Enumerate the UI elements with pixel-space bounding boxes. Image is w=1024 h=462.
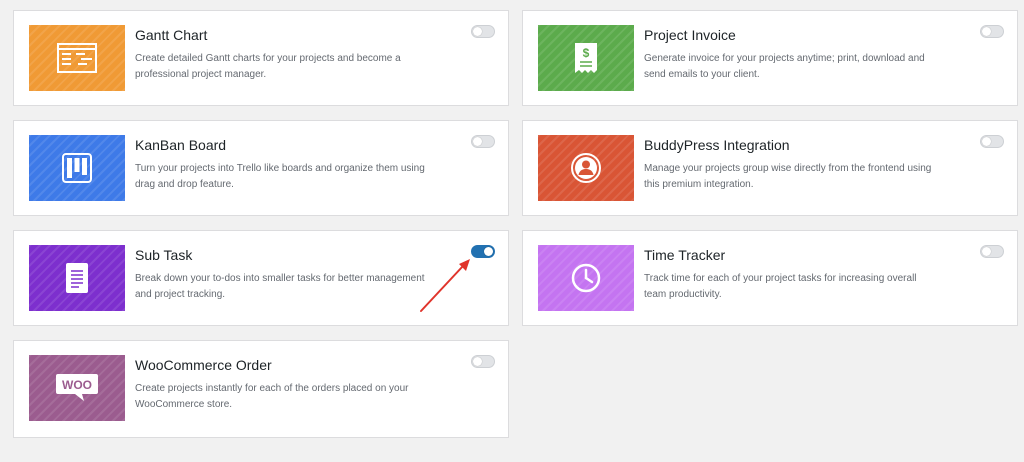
module-thumbnail	[29, 135, 125, 201]
module-description: Break down your to-dos into smaller task…	[135, 273, 425, 300]
module-description: Generate invoice for your projects anyti…	[644, 53, 925, 80]
toggle-knob	[473, 137, 482, 146]
module-title: BuddyPress Integration	[644, 137, 790, 153]
module-card-time-tracker: Time Tracker Track time for each of your…	[522, 230, 1018, 326]
module-card-gantt-chart: Gantt Chart Create detailed Gantt charts…	[13, 10, 509, 106]
module-toggle[interactable]	[980, 25, 1004, 38]
module-title: Time Tracker	[644, 247, 726, 263]
toggle-knob	[484, 247, 493, 256]
module-description: Create projects instantly for each of th…	[135, 383, 409, 410]
kanban-board-icon	[62, 153, 92, 183]
toggle-knob	[982, 137, 991, 146]
module-description: Turn your projects into Trello like boar…	[135, 163, 425, 190]
module-thumbnail: $	[538, 25, 634, 91]
module-title: Gantt Chart	[135, 27, 208, 43]
module-title: KanBan Board	[135, 137, 227, 153]
module-toggle[interactable]	[980, 135, 1004, 148]
module-thumbnail	[29, 25, 125, 91]
module-card-kanban-board: KanBan Board Turn your projects into Tre…	[13, 120, 509, 216]
module-card-woocommerce-order: WOO WooCommerce Order Create projects in…	[13, 340, 509, 438]
invoice-icon: $	[575, 43, 597, 73]
clock-icon	[571, 263, 601, 293]
toggle-knob	[473, 357, 482, 366]
module-description: Create detailed Gantt charts for your pr…	[135, 53, 401, 80]
module-title: WooCommerce Order	[135, 357, 272, 373]
module-card-buddypress-integration: BuddyPress Integration Manage your proje…	[522, 120, 1018, 216]
buddypress-icon	[571, 153, 601, 183]
module-card-sub-task: Sub Task Break down your to-dos into sma…	[13, 230, 509, 326]
module-title: Sub Task	[135, 247, 193, 263]
module-toggle[interactable]	[980, 245, 1004, 258]
module-thumbnail	[538, 135, 634, 201]
module-thumbnail	[538, 245, 634, 311]
woocommerce-icon: WOO	[56, 374, 98, 401]
module-card-project-invoice: $ Project Invoice Generate invoice for y…	[522, 10, 1018, 106]
module-toggle[interactable]	[471, 355, 495, 368]
module-thumbnail: WOO	[29, 355, 125, 421]
toggle-knob	[473, 27, 482, 36]
svg-text:$: $	[583, 46, 590, 60]
gantt-chart-icon	[57, 43, 97, 73]
module-description: Track time for each of your project task…	[644, 273, 917, 300]
module-title: Project Invoice	[644, 27, 736, 43]
module-description: Manage your projects group wise directly…	[644, 163, 932, 190]
subtask-document-icon	[66, 263, 88, 293]
woo-logo-text: WOO	[62, 378, 92, 392]
module-thumbnail	[29, 245, 125, 311]
module-toggle[interactable]	[471, 245, 495, 258]
module-toggle[interactable]	[471, 25, 495, 38]
toggle-knob	[982, 247, 991, 256]
module-toggle[interactable]	[471, 135, 495, 148]
toggle-knob	[982, 27, 991, 36]
